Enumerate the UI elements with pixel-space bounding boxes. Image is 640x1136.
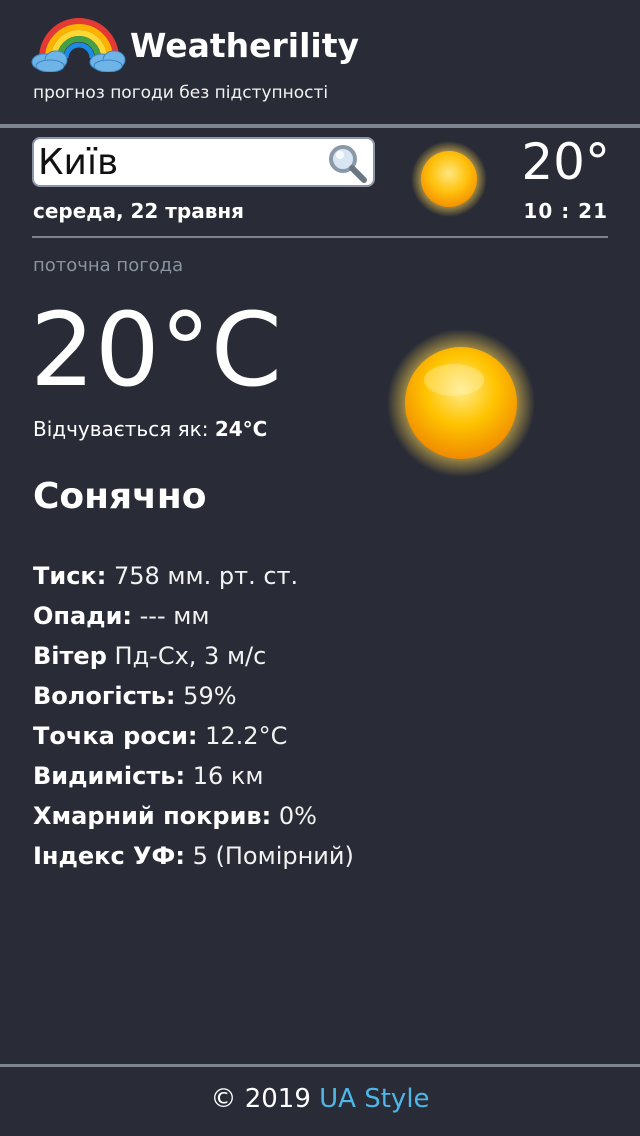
detail-dew-point: Точка роси: 12.2°C: [33, 718, 354, 758]
section-divider: [32, 236, 608, 238]
detail-label: Вологість:: [33, 682, 176, 710]
detail-value: 0%: [278, 802, 317, 830]
sun-icon: [411, 141, 487, 217]
rainbow-clouds-icon: [31, 18, 126, 72]
detail-value: 59%: [183, 682, 237, 710]
feels-like: Відчувається як: 24°C: [33, 417, 267, 441]
detail-label: Опади:: [33, 602, 132, 630]
detail-label: Хмарний покрив:: [33, 802, 272, 830]
detail-cloud-cover: Хмарний покрив: 0%: [33, 798, 354, 838]
footer-divider: [0, 1064, 640, 1067]
detail-value: 758 мм. рт. ст.: [113, 562, 299, 590]
app-header: Weatherility прогноз погоди без підступн…: [0, 0, 640, 124]
feels-like-value: 24°C: [214, 417, 268, 441]
search-icon[interactable]: [325, 141, 369, 185]
sun-icon: [387, 329, 535, 477]
current-weather-label: поточна погода: [33, 255, 184, 276]
weather-condition: Сонячно: [33, 476, 207, 517]
detail-label: Індекс УФ:: [33, 842, 185, 870]
header-temperature: 20°: [521, 133, 610, 191]
detail-visibility: Видимість: 16 км: [33, 758, 354, 798]
detail-uv-index: Індекс УФ: 5 (Помірний): [33, 838, 354, 878]
footer-link-ua-style[interactable]: UA Style: [319, 1084, 429, 1114]
detail-pressure: Тиск: 758 мм. рт. ст.: [33, 558, 354, 598]
app-title: Weatherility: [130, 26, 360, 65]
detail-wind: Вітер Пд-Сх, 3 м/с: [33, 638, 354, 678]
city-search-input[interactable]: [38, 141, 318, 183]
detail-label: Видимість:: [33, 762, 186, 790]
detail-value: Пд-Сх, 3 м/с: [114, 642, 267, 670]
detail-value: --- мм: [139, 602, 210, 630]
detail-value: 16 км: [192, 762, 264, 790]
detail-label: Тиск:: [33, 562, 107, 590]
detail-label: Вітер: [33, 642, 107, 670]
detail-value: 12.2°C: [205, 722, 288, 750]
detail-value: 5 (Помірний): [192, 842, 354, 870]
app-subtitle: прогноз погоди без підступності: [33, 83, 329, 103]
detail-label: Точка роси:: [33, 722, 198, 750]
copyright-text: © 2019: [210, 1084, 311, 1114]
header-divider: [0, 124, 640, 128]
feels-like-label: Відчувається як:: [33, 417, 209, 441]
current-date: середа, 22 травня: [33, 199, 245, 223]
current-temperature: 20°C: [30, 291, 283, 410]
footer: © 2019 UA Style: [0, 1084, 640, 1114]
detail-humidity: Вологість: 59%: [33, 678, 354, 718]
weather-details-list: Тиск: 758 мм. рт. ст. Опади: --- мм Віте…: [33, 558, 354, 878]
detail-precipitation: Опади: --- мм: [33, 598, 354, 638]
current-time: 10 : 21: [523, 199, 608, 223]
city-search-box[interactable]: [32, 137, 375, 187]
